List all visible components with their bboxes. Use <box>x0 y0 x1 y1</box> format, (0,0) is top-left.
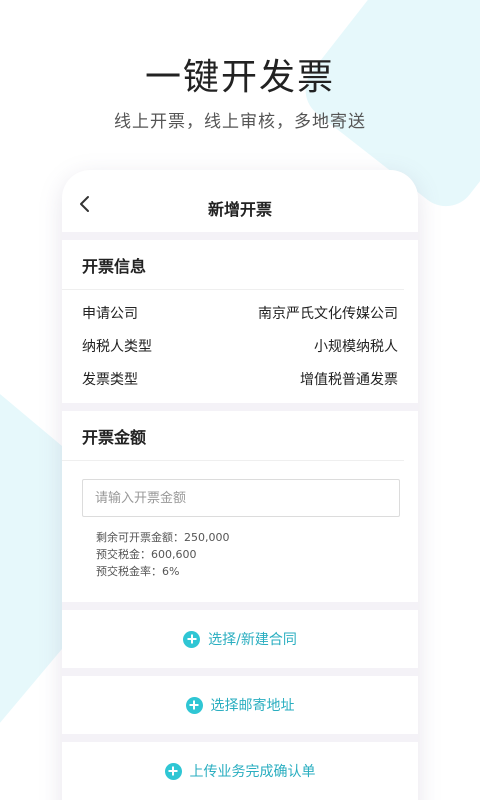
plus-circle-icon <box>164 762 182 780</box>
info-row-taxpayer-type: 纳税人类型 小规模纳税人 <box>82 329 398 362</box>
navbar: 新增开票 <box>62 170 418 232</box>
note-remaining-amount: 剩余可开票金额：250,000 <box>96 531 230 544</box>
amount-card: 开票金额 剩余可开票金额：250,000 预交税金：600,600 预交税金率：… <box>62 411 418 602</box>
invoice-info-list: 申请公司 南京严氏文化传媒公司 纳税人类型 小规模纳税人 发票类型 增值税普通发… <box>62 290 418 403</box>
chevron-left-icon <box>80 196 89 212</box>
info-value: 增值税普通发票 <box>300 371 398 388</box>
upload-confirmation-button[interactable]: 上传业务完成确认单 <box>62 742 418 800</box>
info-value: 南京严氏文化传媒公司 <box>258 305 398 322</box>
amount-body: 剩余可开票金额：250,000 预交税金：600,600 预交税金率：6% <box>62 461 418 602</box>
info-label: 发票类型 <box>82 371 138 388</box>
phone-mockup: 新增开票 开票信息 申请公司 南京严氏文化传媒公司 纳税人类型 小规模纳税人 发… <box>62 170 418 800</box>
plus-circle-icon <box>183 630 201 648</box>
plus-circle-icon <box>185 696 203 714</box>
info-label: 纳税人类型 <box>82 338 152 355</box>
select-contract-button[interactable]: 选择/新建合同 <box>62 610 418 668</box>
page-title: 新增开票 <box>207 200 272 219</box>
info-label: 申请公司 <box>82 305 138 322</box>
action-label: 选择邮寄地址 <box>210 698 295 714</box>
info-value: 小规模纳税人 <box>314 338 398 355</box>
hero-subtitle: 线上开票，线上审核，多地寄送 <box>114 112 366 132</box>
action-label: 上传业务完成确认单 <box>189 764 316 780</box>
note-prepaid-tax-rate: 预交税金率：6% <box>96 565 180 578</box>
info-row-company: 申请公司 南京严氏文化传媒公司 <box>82 296 398 329</box>
invoice-info-title: 开票信息 <box>62 240 404 290</box>
hero-title: 一键开发票 <box>144 57 335 98</box>
back-button[interactable] <box>72 192 96 216</box>
amount-input[interactable] <box>82 479 400 517</box>
note-prepaid-tax: 预交税金：600,600 <box>96 548 197 561</box>
invoice-info-card: 开票信息 申请公司 南京严氏文化传媒公司 纳税人类型 小规模纳税人 发票类型 增… <box>62 240 418 403</box>
action-label: 选择/新建合同 <box>208 632 297 648</box>
amount-notes: 剩余可开票金额：250,000 预交税金：600,600 预交税金率：6% <box>82 529 398 580</box>
info-row-invoice-type: 发票类型 增值税普通发票 <box>82 362 398 395</box>
select-address-button[interactable]: 选择邮寄地址 <box>62 676 418 734</box>
amount-title: 开票金额 <box>62 411 404 461</box>
